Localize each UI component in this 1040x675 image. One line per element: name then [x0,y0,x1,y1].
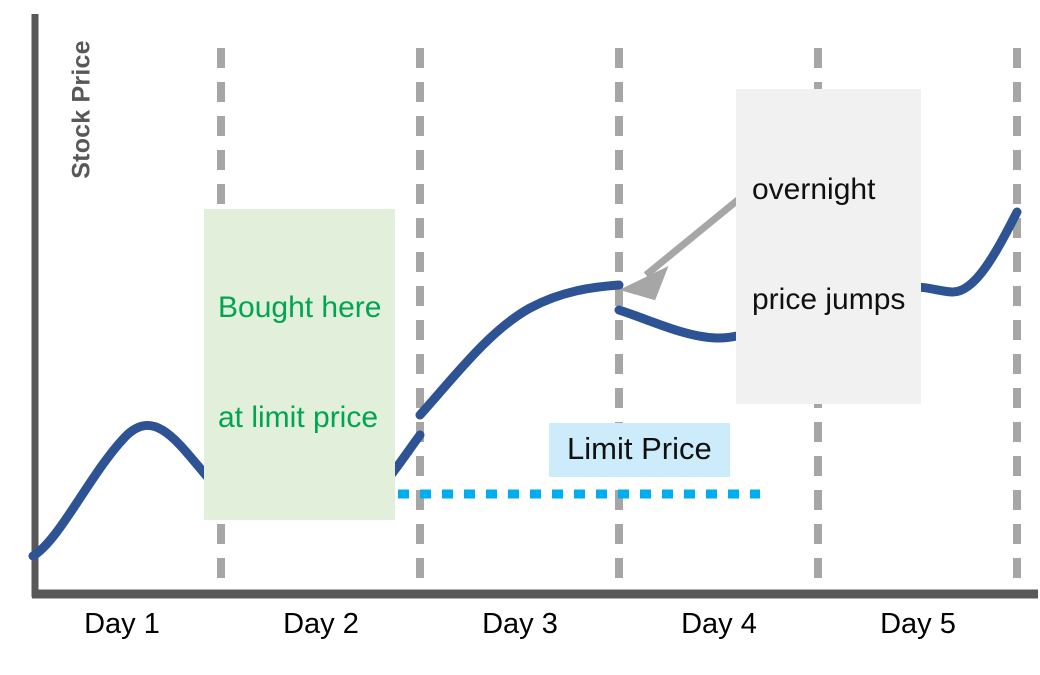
price-segment-day1 [28,420,226,561]
bought-here-annotation: Bought here at limit price [204,209,396,520]
overnight-arrow-1-head [619,265,669,301]
x-tick-label-day-3: Day 3 [482,608,558,640]
bought-here-line-1: Bought here [218,291,382,325]
price-segment-day3 [415,280,624,420]
x-tick-label-day-2: Day 2 [283,608,359,640]
overnight-line-2: price jumps [752,282,906,316]
limit-price-label: Limit Price [549,423,730,477]
overnight-arrow-1-shaft [643,196,742,278]
x-tick-label-day-1: Day 1 [84,608,160,640]
bought-here-line-2: at limit price [218,400,379,434]
x-tick-label-day-5: Day 5 [880,608,956,640]
overnight-price-jumps-annotation: overnight price jumps [736,89,922,404]
x-tick-label-day-4: Day 4 [681,608,757,640]
overnight-line-1: overnight [752,173,876,207]
stock-price-chart: Stock Price Day 1 Day 2 Day 3 Day 4 Day … [0,0,1040,675]
y-axis-title: Stock Price [67,40,96,179]
